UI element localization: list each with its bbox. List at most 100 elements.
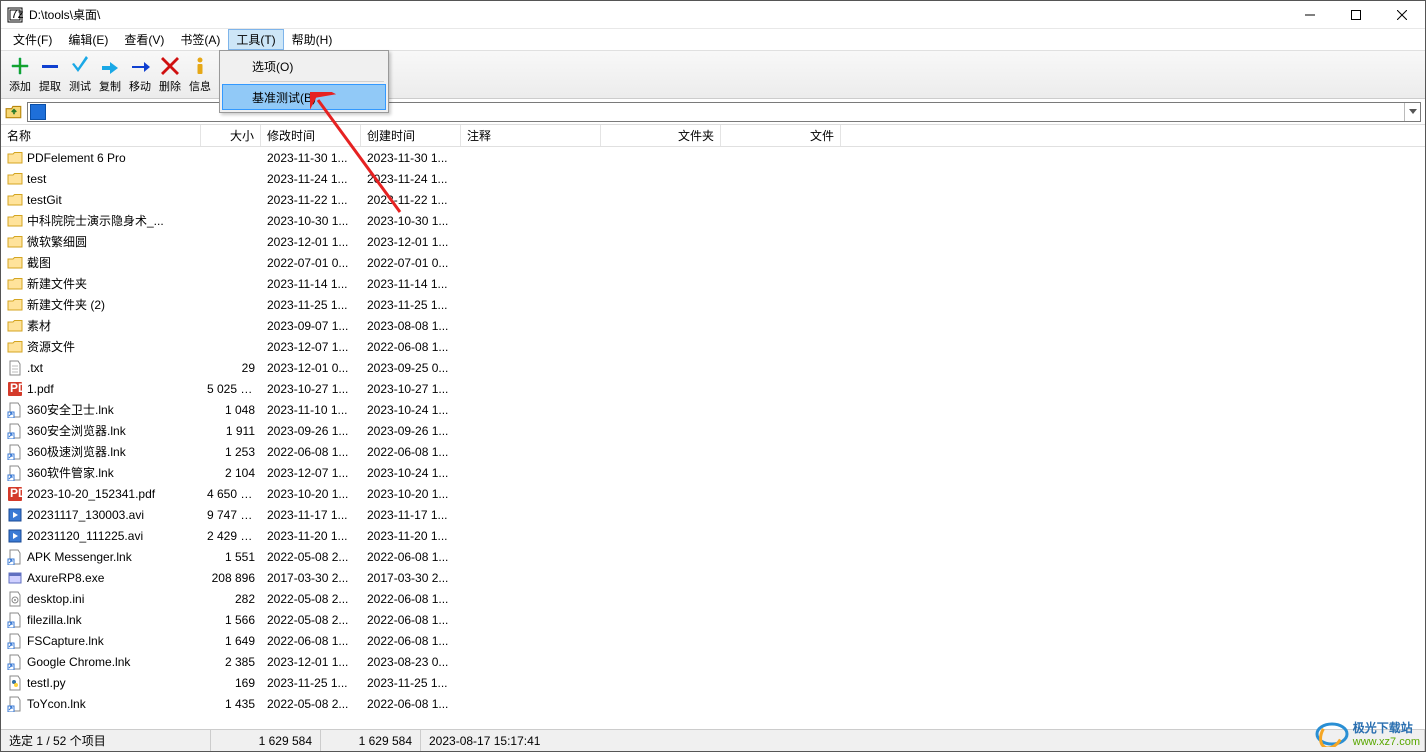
file-created: 2023-11-20 1... <box>361 529 461 543</box>
file-row[interactable]: ToYcon.lnk1 4352022-05-08 2...2022-06-08… <box>1 693 1425 714</box>
file-row[interactable]: testI.py1692023-11-25 1...2023-11-25 1..… <box>1 672 1425 693</box>
file-name: 微软繁细圆 <box>27 233 87 250</box>
maximize-button[interactable] <box>1333 1 1379 29</box>
menu-item[interactable]: 查看(V) <box>116 29 172 50</box>
file-size: 2 104 <box>201 466 261 480</box>
col-modified[interactable]: 修改时间 <box>261 125 361 146</box>
file-row[interactable]: PDFelement 6 Pro2023-11-30 1...2023-11-3… <box>1 147 1425 168</box>
file-created: 2023-11-25 1... <box>361 298 461 312</box>
check-icon <box>70 56 90 76</box>
file-created: 2023-09-26 1... <box>361 424 461 438</box>
file-row[interactable]: 360极速浏览器.lnk1 2532022-06-08 1...2022-06-… <box>1 441 1425 462</box>
toolbar-minus-button[interactable]: 提取 <box>35 53 65 97</box>
toolbar-move-button[interactable]: 移动 <box>125 53 155 97</box>
folder-icon <box>7 276 23 292</box>
file-modified: 2023-11-24 1... <box>261 172 361 186</box>
col-created[interactable]: 创建时间 <box>361 125 461 146</box>
file-name: Google Chrome.lnk <box>27 655 130 669</box>
file-created: 2023-10-30 1... <box>361 214 461 228</box>
menu-item[interactable]: 书签(A) <box>172 29 228 50</box>
file-row[interactable]: test2023-11-24 1...2023-11-24 1... <box>1 168 1425 189</box>
file-created: 2022-07-01 0... <box>361 256 461 270</box>
menu-item[interactable]: 工具(T) <box>228 29 283 50</box>
col-folders[interactable]: 文件夹 <box>601 125 721 146</box>
file-row[interactable]: 360软件管家.lnk2 1042023-12-07 1...2023-10-2… <box>1 462 1425 483</box>
file-name: desktop.ini <box>27 592 84 606</box>
col-name[interactable]: 名称 <box>1 125 201 146</box>
file-row[interactable]: AxureRP8.exe208 8962017-03-30 2...2017-0… <box>1 567 1425 588</box>
status-size2: 1 629 584 <box>321 730 421 751</box>
file-row[interactable]: 截图2022-07-01 0...2022-07-01 0... <box>1 252 1425 273</box>
toolbar-label: 添加 <box>9 78 31 94</box>
file-row[interactable]: FSCapture.lnk1 6492022-06-08 1...2022-06… <box>1 630 1425 651</box>
close-button[interactable] <box>1379 1 1425 29</box>
file-list[interactable]: PDFelement 6 Pro2023-11-30 1...2023-11-3… <box>1 147 1425 729</box>
toolbar-plus-button[interactable]: 添加 <box>5 53 35 97</box>
toolbar-info-button[interactable]: 信息 <box>185 53 215 97</box>
file-modified: 2023-11-20 1... <box>261 529 361 543</box>
menu-item[interactable]: 编辑(E) <box>60 29 116 50</box>
file-row[interactable]: 20231117_130003.avi9 747 2422023-11-17 1… <box>1 504 1425 525</box>
file-size: 282 <box>201 592 261 606</box>
toolbar-copy-button[interactable]: 复制 <box>95 53 125 97</box>
file-created: 2022-06-08 1... <box>361 340 461 354</box>
folder-icon <box>7 234 23 250</box>
file-row[interactable]: filezilla.lnk1 5662022-05-08 2...2022-06… <box>1 609 1425 630</box>
file-modified: 2023-10-20 1... <box>261 487 361 501</box>
file-created: 2022-06-08 1... <box>361 634 461 648</box>
file-size: 4 650 986 <box>201 487 261 501</box>
file-row[interactable]: 素材2023-09-07 1...2023-08-08 1... <box>1 315 1425 336</box>
col-files[interactable]: 文件 <box>721 125 841 146</box>
file-row[interactable]: .txt292023-12-01 0...2023-09-25 0... <box>1 357 1425 378</box>
file-row[interactable]: desktop.ini2822022-05-08 2...2022-06-08 … <box>1 588 1425 609</box>
file-modified: 2023-12-07 1... <box>261 340 361 354</box>
lnk-icon <box>7 444 23 460</box>
toolbar-x-button[interactable]: 删除 <box>155 53 185 97</box>
file-row[interactable]: testGit2023-11-22 1...2023-11-22 1... <box>1 189 1425 210</box>
file-row[interactable]: Google Chrome.lnk2 3852023-12-01 1...202… <box>1 651 1425 672</box>
minimize-button[interactable] <box>1287 1 1333 29</box>
file-row[interactable]: 资源文件 2023-12-07 1...2022-06-08 1... <box>1 336 1425 357</box>
file-row[interactable]: PDF1.pdf5 025 0172023-10-27 1...2023-10-… <box>1 378 1425 399</box>
file-created: 2023-08-08 1... <box>361 319 461 333</box>
chevron-down-icon[interactable] <box>1404 103 1420 121</box>
file-size: 1 566 <box>201 613 261 627</box>
lnk-icon <box>7 696 23 712</box>
file-name: 资源文件 <box>27 338 75 355</box>
col-comment[interactable]: 注释 <box>461 125 601 146</box>
file-name: 1.pdf <box>27 382 54 396</box>
file-created: 2023-10-24 1... <box>361 466 461 480</box>
file-row[interactable]: 20231120_111225.avi2 429 2302023-11-20 1… <box>1 525 1425 546</box>
up-folder-icon[interactable] <box>5 103 23 121</box>
col-size[interactable]: 大小 <box>201 125 261 146</box>
folder-icon <box>7 318 23 334</box>
file-row[interactable]: 360安全浏览器.lnk1 9112023-09-26 1...2023-09-… <box>1 420 1425 441</box>
file-modified: 2023-11-14 1... <box>261 277 361 291</box>
file-row[interactable]: 中科院院士演示隐身术_...2023-10-30 1...2023-10-30 … <box>1 210 1425 231</box>
menubar: 文件(F)编辑(E)查看(V)书签(A)工具(T)帮助(H) <box>1 29 1425 51</box>
file-created: 2023-11-22 1... <box>361 193 461 207</box>
file-name: test <box>27 172 46 186</box>
file-modified: 2022-05-08 2... <box>261 550 361 564</box>
file-created: 2023-10-24 1... <box>361 403 461 417</box>
file-modified: 2023-12-01 1... <box>261 655 361 669</box>
file-modified: 2022-06-08 1... <box>261 634 361 648</box>
file-row[interactable]: 微软繁细圆2023-12-01 1...2023-12-01 1... <box>1 231 1425 252</box>
toolbar-check-button[interactable]: 测试 <box>65 53 95 97</box>
dropdown-item[interactable]: 选项(O) <box>222 53 386 79</box>
minus-icon <box>40 56 60 76</box>
file-row[interactable]: PDF2023-10-20_152341.pdf4 650 9862023-10… <box>1 483 1425 504</box>
file-size: 9 747 242 <box>201 508 261 522</box>
menu-item[interactable]: 文件(F) <box>5 29 60 50</box>
file-row[interactable]: APK Messenger.lnk1 5512022-05-08 2...202… <box>1 546 1425 567</box>
file-row[interactable]: 新建文件夹 (2)2023-11-25 1...2023-11-25 1... <box>1 294 1425 315</box>
file-name: 素材 <box>27 317 51 334</box>
copy-icon <box>100 56 120 76</box>
svg-text:PDF: PDF <box>10 486 23 500</box>
menu-item[interactable]: 帮助(H) <box>284 29 341 50</box>
lnk-icon <box>7 654 23 670</box>
file-row[interactable]: 新建文件夹2023-11-14 1...2023-11-14 1... <box>1 273 1425 294</box>
dropdown-item[interactable]: 基准测试(B) <box>222 84 386 110</box>
file-row[interactable]: 360安全卫士.lnk1 0482023-11-10 1...2023-10-2… <box>1 399 1425 420</box>
file-size: 1 435 <box>201 697 261 711</box>
